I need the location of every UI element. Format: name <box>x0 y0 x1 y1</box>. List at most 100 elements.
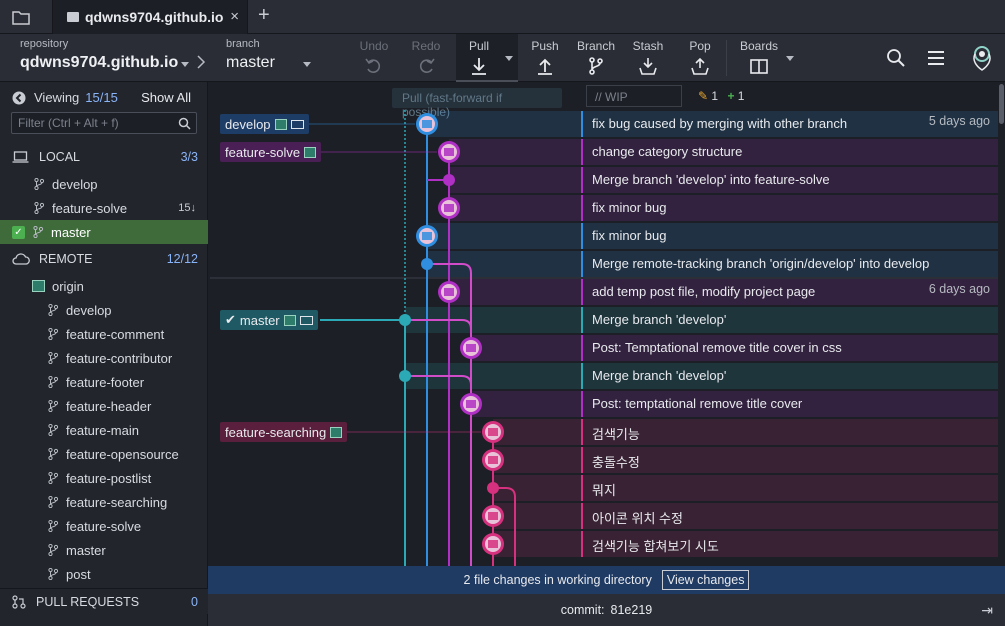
commit-row[interactable]: fix bug caused by merging with other bra… <box>210 110 1000 138</box>
commit-row[interactable]: fix minor bug <box>210 194 1000 222</box>
remote-branch-feature-header[interactable]: feature-header <box>0 394 208 418</box>
view-changes-button[interactable]: View changes <box>661 570 750 590</box>
pull-button[interactable]: Pull <box>462 34 496 82</box>
remote-branch-feature-footer[interactable]: feature-footer <box>0 370 208 394</box>
folder-icon[interactable] <box>12 9 30 25</box>
commit-graph[interactable]: fix bug caused by merging with other bra… <box>210 110 1000 566</box>
branch-label: feature-header <box>66 398 152 414</box>
undo-icon <box>365 58 381 73</box>
local-branch-feature-solve[interactable]: feature-solve 15↓ <box>0 196 208 220</box>
branch-label: post <box>66 566 91 582</box>
commit-message: Post: Temptational remove title cover in… <box>592 340 842 355</box>
local-branch-develop[interactable]: develop <box>0 172 208 196</box>
boards-icon <box>750 59 768 74</box>
branch-ref-label[interactable]: ✔ master <box>220 310 318 330</box>
remote-branch-feature-comment[interactable]: feature-comment <box>0 322 208 346</box>
commit-message: 검색기능 <box>592 427 640 442</box>
commit-row[interactable]: 뭐지 <box>210 474 1000 502</box>
gitkraken-logo-icon[interactable] <box>970 44 994 72</box>
scrollbar-thumb[interactable] <box>999 84 1004 124</box>
branch-label: feature-searching <box>66 494 168 510</box>
local-computer-icon <box>290 119 304 129</box>
branch-ref-label[interactable]: feature-solve <box>220 142 322 162</box>
remote-branch-feature-opensource[interactable]: feature-opensource <box>0 442 208 466</box>
remote-branch-feature-searching[interactable]: feature-searching <box>0 490 208 514</box>
branch-selector[interactable]: master <box>226 54 275 72</box>
repository-selector[interactable]: qdwns9704.github.io <box>20 54 178 72</box>
commit-row[interactable]: 충돌수정 <box>210 446 1000 474</box>
local-branch-master[interactable]: ✓ master <box>0 220 208 244</box>
remote-branch-master[interactable]: master <box>0 538 208 562</box>
pull-options-caret-icon[interactable] <box>505 56 513 61</box>
remote-branch-feature-main[interactable]: feature-main <box>0 418 208 442</box>
menu-icon[interactable] <box>926 50 946 66</box>
ref-label-text: master <box>239 312 280 328</box>
collapse-panel-icon[interactable] <box>12 91 26 105</box>
pop-button[interactable]: Pop <box>684 34 716 82</box>
remote-branch-feature-solve[interactable]: feature-solve <box>0 514 208 538</box>
wip-input[interactable]: // WIP <box>586 85 682 107</box>
boards-button[interactable]: Boards <box>738 34 780 82</box>
stash-icon <box>639 58 657 75</box>
pull-requests-section[interactable]: PULL REQUESTS 0 <box>0 588 208 614</box>
branch-icon <box>48 304 58 316</box>
show-all-button[interactable]: Show All <box>141 90 191 105</box>
commit-row[interactable]: Post: Temptational remove title cover in… <box>210 334 1000 362</box>
branch-icon <box>48 328 58 340</box>
commit-row[interactable]: fix minor bug <box>210 222 1000 250</box>
branch-button[interactable]: Branch <box>576 34 616 82</box>
filter-input[interactable] <box>18 116 178 130</box>
graph-scrollbar[interactable] <box>998 82 1005 566</box>
remote-branch-feature-contributor[interactable]: feature-contributor <box>0 346 208 370</box>
commit-row[interactable]: Merge branch 'develop' ✔ master <box>210 306 1000 334</box>
remote-branch-develop[interactable]: develop <box>0 298 208 322</box>
branch-icon <box>48 352 58 364</box>
stash-label: Stash <box>632 39 664 53</box>
commit-row[interactable]: Merge branch 'develop' into feature-solv… <box>210 166 1000 194</box>
commit-row[interactable]: Merge remote-tracking branch 'origin/dev… <box>210 250 1000 278</box>
undo-button[interactable]: Undo <box>356 34 392 82</box>
pull-ghost-hint: Pull (fast-forward if possible) <box>392 88 562 119</box>
commit-row[interactable]: change category structure feature-solve <box>210 138 1000 166</box>
commit-row[interactable]: Post: temptational remove title cover <box>210 390 1000 418</box>
repo-tab[interactable]: qdwns9704.github.io × <box>52 0 248 34</box>
commit-row[interactable]: add temp post file, modify project page 6… <box>210 278 1000 306</box>
plus-icon: + <box>727 89 735 103</box>
commit-message: fix bug caused by merging with other bra… <box>592 116 848 131</box>
remote-origin[interactable]: origin <box>0 274 208 298</box>
branch-caret-icon[interactable] <box>303 62 311 67</box>
branch-icon <box>48 424 58 436</box>
push-button[interactable]: Push <box>528 34 562 82</box>
redo-button[interactable]: Redo <box>408 34 444 82</box>
commit-row[interactable]: 검색기능 합쳐보기 시도 <box>210 530 1000 558</box>
expand-panel-icon[interactable]: ⇥ <box>981 602 993 619</box>
branch-ref-label[interactable]: feature-searching <box>220 422 348 442</box>
viewing-count: 15/15 <box>85 90 118 105</box>
filter-field[interactable] <box>11 112 197 134</box>
repository-caret-icon[interactable] <box>181 62 189 67</box>
local-section-header[interactable]: LOCAL 3/3 <box>0 145 208 169</box>
close-icon[interactable]: × <box>230 8 239 25</box>
new-tab-button[interactable]: + <box>258 4 270 27</box>
branch-icon <box>34 178 44 190</box>
search-icon <box>178 117 191 130</box>
remote-origin-label: origin <box>52 278 84 294</box>
branch-icon <box>48 496 58 508</box>
commit-row[interactable]: Merge branch 'develop' <box>210 362 1000 390</box>
remote-section-header[interactable]: REMOTE 12/12 <box>0 247 208 271</box>
search-icon[interactable] <box>886 48 906 68</box>
branch-ref-label[interactable]: develop <box>220 114 309 134</box>
branch-icon <box>33 226 43 238</box>
checked-icon: ✓ <box>12 225 25 239</box>
toolbar-divider <box>726 40 727 76</box>
commit-message: Merge branch 'develop' into feature-solv… <box>592 172 830 187</box>
viewing-summary: Viewing 15/15 <box>12 90 118 105</box>
boards-caret-icon[interactable] <box>786 56 794 61</box>
commit-row[interactable]: 검색기능 feature-searching <box>210 418 1000 446</box>
stash-button[interactable]: Stash <box>630 34 666 82</box>
remote-branch-post[interactable]: post <box>0 562 208 586</box>
wip-stats: ✎ 1 + 1 <box>698 89 744 103</box>
remote-avatar-icon <box>304 146 317 158</box>
remote-branch-feature-postlist[interactable]: feature-postlist <box>0 466 208 490</box>
commit-row[interactable]: 아이콘 위치 수정 <box>210 502 1000 530</box>
